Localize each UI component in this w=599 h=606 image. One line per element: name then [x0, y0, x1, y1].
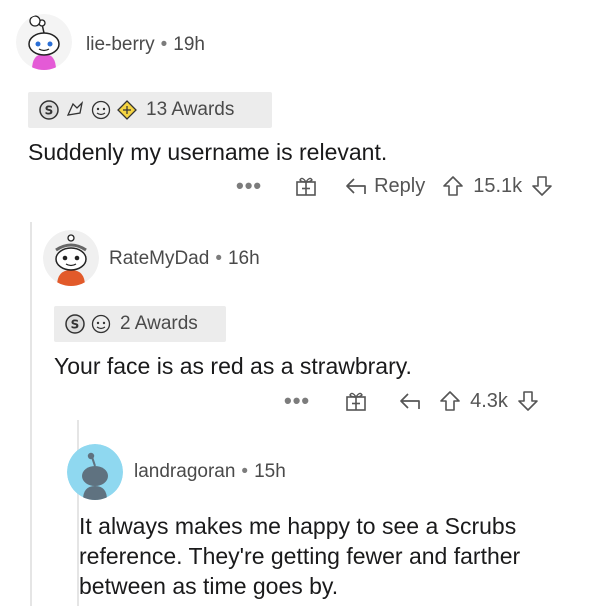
hands-award-icon — [66, 101, 84, 116]
silver-award-icon: S — [39, 100, 59, 120]
face-award-icon — [91, 100, 111, 120]
gift-award-icon[interactable] — [344, 389, 368, 413]
upvote-arrow-icon[interactable] — [438, 389, 462, 413]
reply-arrow-icon[interactable] — [398, 389, 422, 413]
avatar[interactable] — [16, 14, 72, 70]
comment-actions: ••• Reply 15.1k — [236, 171, 554, 201]
gift-award-icon[interactable] — [294, 174, 318, 198]
awards-bar[interactable]: S 2 Awards — [54, 306, 226, 342]
avatar[interactable] — [43, 230, 99, 286]
reply-label: Reply — [374, 174, 426, 197]
separator: • — [215, 248, 222, 269]
avatar[interactable] — [67, 444, 123, 500]
thread-line-1 — [30, 222, 32, 606]
separator: • — [160, 34, 168, 55]
timestamp[interactable]: 15h — [254, 461, 286, 482]
timestamp[interactable]: 19h — [173, 34, 205, 55]
svg-text:S: S — [45, 104, 54, 118]
comment-meta: RateMyDad • 16h — [109, 248, 260, 270]
comment-body-line: It always makes me happy to see a Scrubs — [79, 513, 517, 539]
username[interactable]: lie-berry — [86, 34, 155, 55]
comment-body: Your face is as red as a strawbrary. — [54, 353, 412, 379]
downvote-arrow-icon[interactable] — [516, 389, 540, 413]
comment-body-line: between as time goes by. — [79, 573, 339, 599]
silver-award-icon: S — [65, 314, 85, 334]
comment-body: Suddenly my username is relevant. — [28, 139, 388, 165]
username[interactable]: landragoran — [134, 461, 235, 482]
awards-count: 13 Awards — [146, 99, 235, 120]
face-award-icon — [91, 314, 111, 334]
reply-arrow-icon — [346, 178, 366, 194]
more-options-icon[interactable]: ••• — [284, 388, 310, 414]
more-options-icon[interactable]: ••• — [236, 173, 262, 199]
awards-bar[interactable]: S 13 Awards — [28, 92, 272, 128]
upvote-arrow-icon[interactable] — [441, 174, 465, 198]
svg-text:S: S — [71, 318, 80, 332]
reply-button[interactable]: Reply — [344, 174, 425, 198]
comment-meta: lie-berry • 19h — [86, 34, 205, 56]
downvote-arrow-icon[interactable] — [530, 174, 554, 198]
awards-count: 2 Awards — [120, 313, 198, 334]
comment-body-line: reference. They're getting fewer and far… — [79, 543, 521, 569]
timestamp[interactable]: 16h — [228, 248, 260, 269]
vote-score: 15.1k — [473, 174, 523, 197]
separator: • — [241, 461, 249, 482]
helpful-award-icon — [117, 100, 137, 120]
comment-body: It always makes me happy to see a Scrubs… — [79, 511, 520, 601]
vote-score: 4.3k — [470, 389, 508, 412]
username[interactable]: RateMyDad — [109, 248, 209, 269]
comment-actions: ••• 4.3k — [284, 386, 540, 416]
comment-meta: landragoran • 15h — [134, 461, 286, 483]
